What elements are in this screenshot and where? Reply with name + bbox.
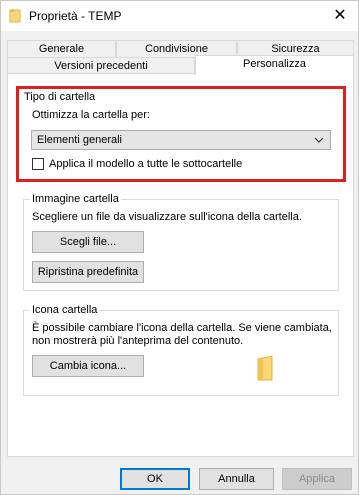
window-title: Proprietà - TEMP <box>29 9 122 23</box>
cancel-button[interactable]: Annulla <box>199 468 274 490</box>
tab-generale[interactable]: Generale <box>7 40 116 58</box>
highlight-box <box>16 86 346 182</box>
folder-icon-description-line2: non mostrerà più l'anteprima del contenu… <box>32 335 244 347</box>
apply-button[interactable]: Applica <box>282 468 352 490</box>
folder-icon <box>257 355 273 381</box>
ok-button[interactable]: OK <box>120 468 190 490</box>
choose-file-button[interactable]: Scegli file... <box>32 231 144 253</box>
folder-icon-description-line1: È possibile cambiare l'icona della carte… <box>32 322 332 334</box>
title-bar: Proprietà - TEMP ✕ <box>1 1 358 31</box>
change-icon-button[interactable]: Cambia icona... <box>32 355 144 377</box>
folder-picture-description: Scegliere un file da visualizzare sull'i… <box>32 211 302 223</box>
properties-window: Proprietà - TEMP ✕ Generale Condivisione… <box>0 0 359 495</box>
folder-icon <box>9 9 21 23</box>
tab-personalizza[interactable]: Personalizza <box>195 55 354 75</box>
close-button[interactable]: ✕ <box>330 6 350 26</box>
folder-picture-title: Immagine cartella <box>30 193 121 205</box>
restore-default-button[interactable]: Ripristina predefinita <box>32 261 144 283</box>
folder-icon-title: Icona cartella <box>30 304 100 316</box>
